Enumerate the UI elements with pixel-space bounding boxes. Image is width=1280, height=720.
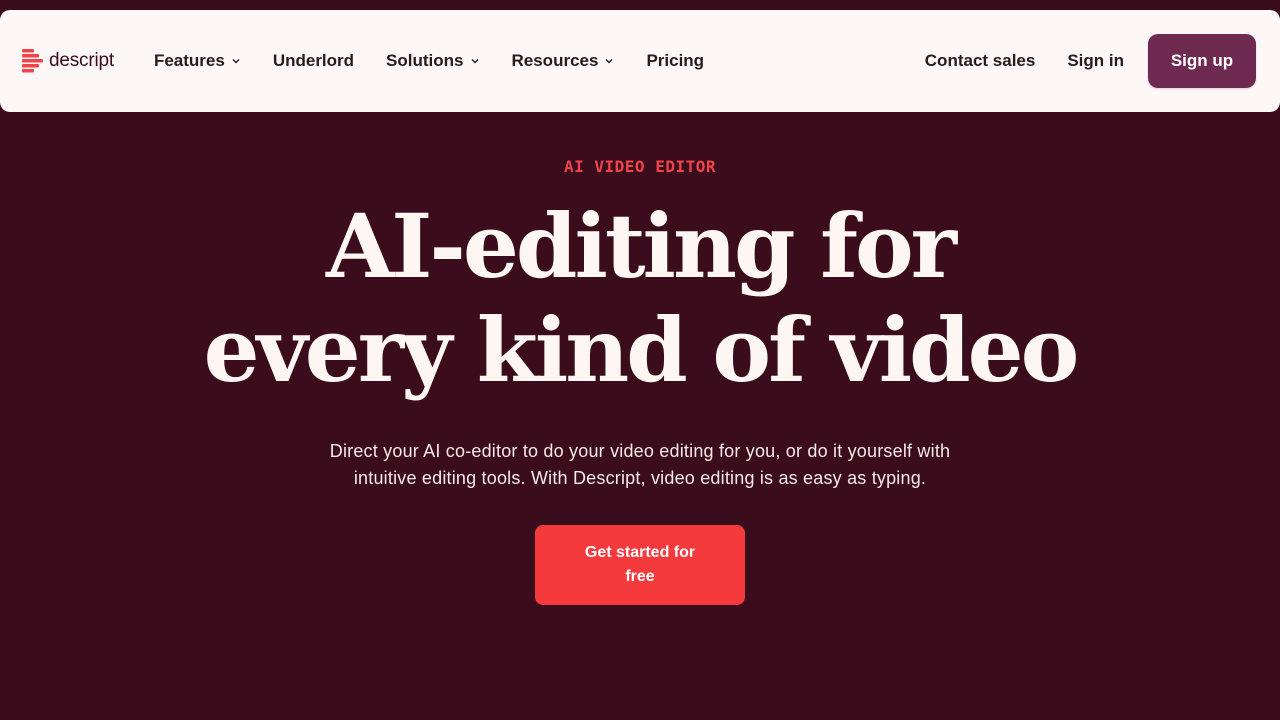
nav-item-underlord[interactable]: Underlord [273, 51, 354, 71]
hero-subtext: Direct your AI co-editor to do your vide… [329, 441, 951, 488]
nav-item-solutions[interactable]: Solutions [386, 51, 479, 71]
headline-line-2: every kind of video [203, 298, 1080, 402]
sign-up-button[interactable]: Sign up [1148, 34, 1256, 88]
nav-item-label: Solutions [386, 51, 464, 70]
nav-item-label: Resources [511, 51, 599, 70]
chevron-down-icon [471, 59, 478, 64]
site-header: descript Features Underlord Solutions Re… [0, 10, 1280, 112]
nav-item-pricing[interactable]: Pricing [646, 51, 704, 71]
nav-item-label: Underlord [272, 51, 355, 70]
chevron-down-icon [605, 59, 613, 64]
nav-item-label: Pricing [646, 51, 705, 70]
logo-text: descript [49, 50, 114, 71]
main-nav: Features Underlord Solutions Resources P… [154, 10, 704, 112]
get-started-button[interactable]: Get started for free [535, 525, 745, 605]
hero-eyebrow: AI VIDEO EDITOR [564, 157, 716, 176]
nav-item-label: Features [153, 51, 225, 70]
descript-logo-icon [22, 49, 43, 73]
hero-headline: AI-editing for every kind of video [0, 194, 1280, 402]
chevron-down-icon [232, 59, 240, 64]
nav-item-features[interactable]: Features [154, 51, 241, 71]
hero-section: AI VIDEO EDITOR AI-editing for every kin… [0, 112, 1280, 605]
header-actions: Contact sales Sign in Sign up [925, 34, 1256, 88]
contact-sales-link[interactable]: Contact sales [925, 51, 1036, 71]
descript-logo[interactable]: descript [22, 49, 114, 73]
sign-in-link[interactable]: Sign in [1067, 51, 1124, 71]
headline-line-1: AI-editing for [325, 194, 957, 298]
nav-item-resources[interactable]: Resources [512, 51, 615, 71]
